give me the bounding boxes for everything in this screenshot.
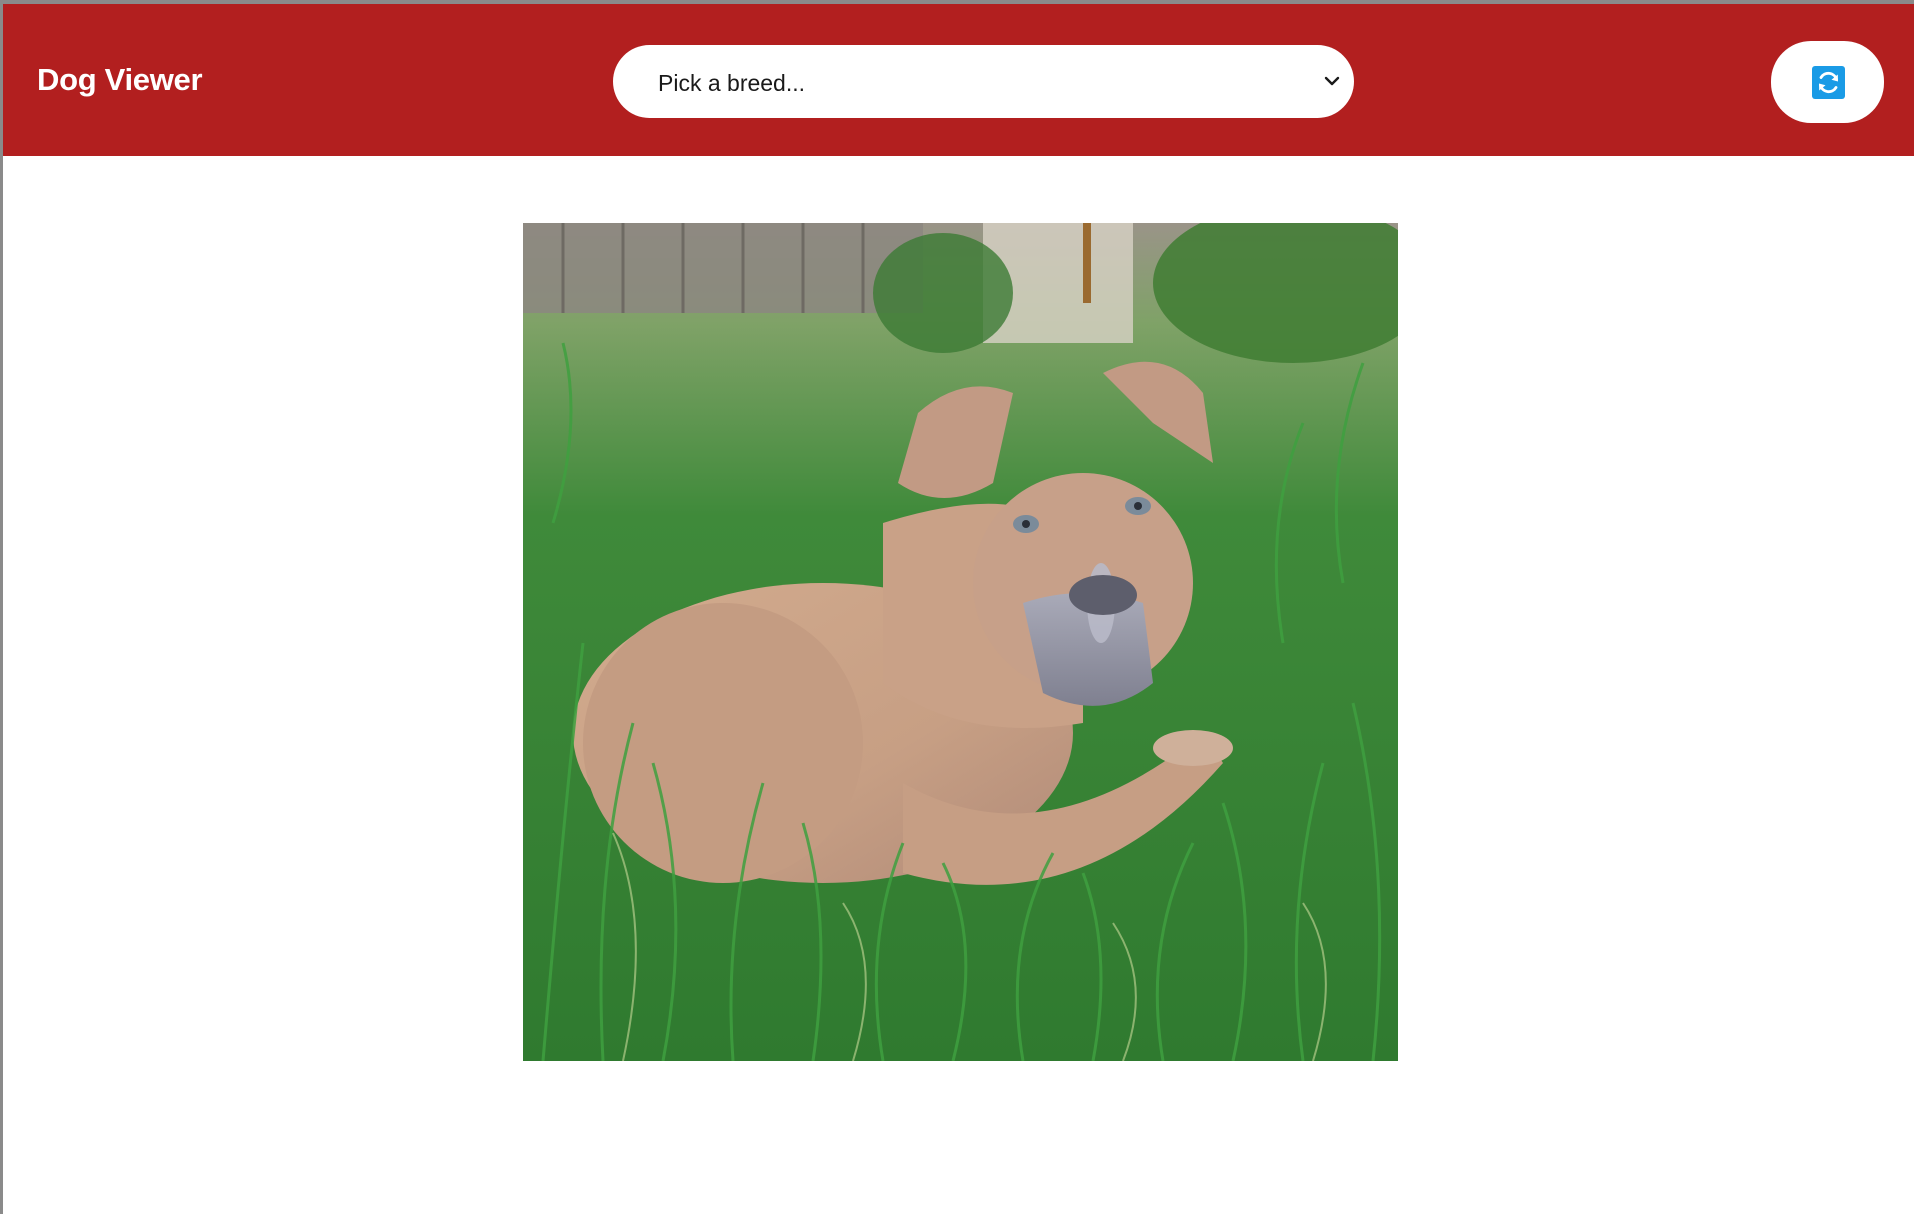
refresh-icon	[1812, 66, 1845, 99]
breed-select[interactable]: Pick a breed...	[613, 45, 1354, 118]
app-title: Dog Viewer	[37, 62, 203, 97]
breed-select-value: Pick a breed...	[658, 70, 806, 96]
dog-photo	[523, 223, 1398, 1061]
app-header: Dog Viewer Pick a breed...	[3, 4, 1914, 156]
chevron-down-icon	[1324, 76, 1340, 86]
refresh-button[interactable]	[1771, 41, 1884, 123]
dog-photo-illustration	[523, 223, 1398, 1061]
